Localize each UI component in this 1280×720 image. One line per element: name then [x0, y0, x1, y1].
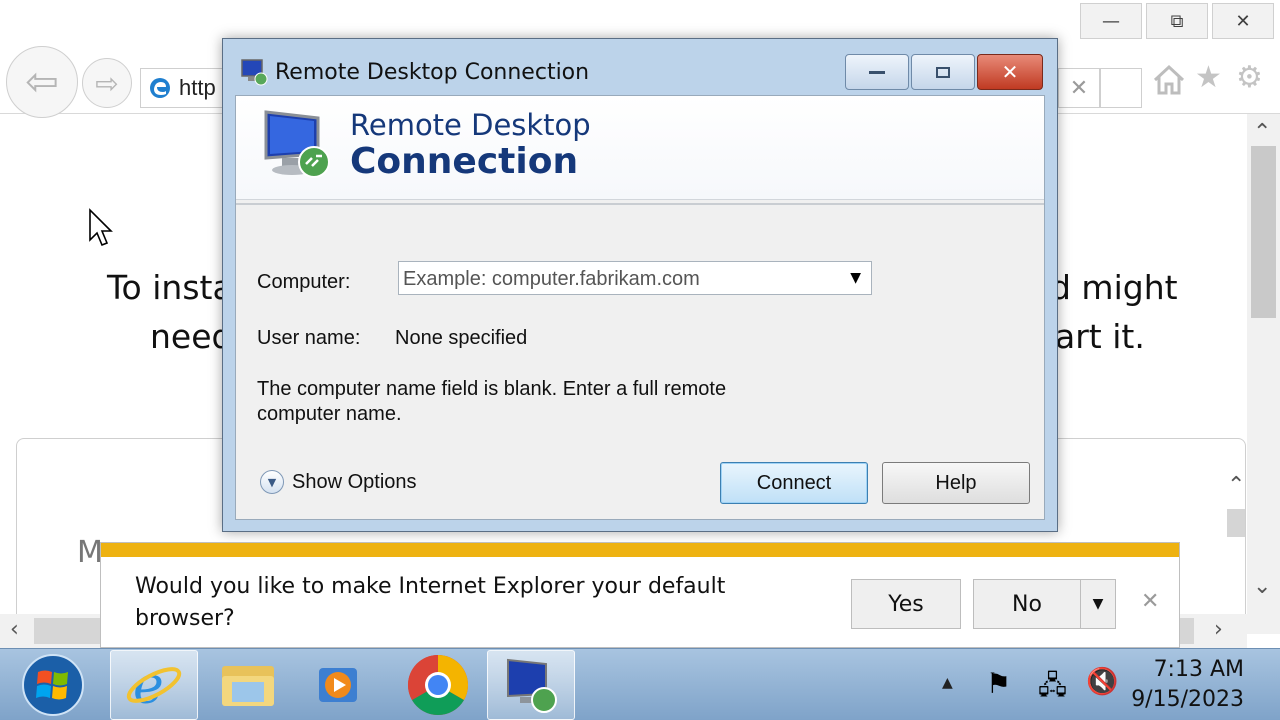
page-text-line2-left: need	[150, 317, 233, 356]
taskbar-media-player[interactable]	[294, 650, 382, 720]
no-dropdown-button[interactable]: ▼	[1080, 579, 1116, 629]
internet-explorer-icon: e	[126, 656, 182, 715]
username-label: User name:	[257, 327, 361, 349]
notification-close-icon[interactable]: ✕	[1141, 589, 1159, 614]
username-value: None specified	[395, 327, 528, 349]
scroll-up-icon[interactable]: ⌃	[1253, 120, 1271, 145]
dropdown-arrow-icon[interactable]: ▼	[850, 270, 861, 286]
media-player-icon	[319, 668, 357, 702]
tray-expand-icon[interactable]: ▲	[942, 675, 953, 691]
vertical-scroll-thumb[interactable]	[1251, 146, 1276, 318]
settings-gear-icon[interactable]: ⚙	[1236, 60, 1263, 95]
connect-button[interactable]: Connect	[720, 462, 868, 504]
banner-title-line1: Remote Desktop	[350, 108, 591, 142]
maximize-icon	[936, 66, 950, 78]
home-icon[interactable]	[1152, 64, 1186, 104]
taskbar-remote-desktop[interactable]	[487, 650, 575, 720]
scroll-left-icon[interactable]: ‹	[10, 617, 19, 642]
no-button[interactable]: No	[973, 579, 1081, 629]
favorites-star-icon[interactable]: ★	[1195, 60, 1222, 95]
clock-date: 9/15/2023	[1131, 687, 1244, 712]
back-arrow-icon: ⇦	[25, 59, 59, 105]
action-center-flag-icon[interactable]: ⚑	[986, 667, 1011, 700]
card-scroll-thumb[interactable]	[1227, 509, 1245, 537]
mouse-cursor-icon	[89, 208, 113, 247]
card-scroll-up-icon[interactable]: ⌃	[1227, 473, 1245, 498]
page-text-line1-left: To insta	[107, 268, 233, 307]
taskbar-internet-explorer[interactable]: e	[110, 650, 198, 720]
dialog-title: Remote Desktop Connection	[275, 60, 590, 85]
help-button[interactable]: Help	[882, 462, 1030, 504]
volume-muted-icon[interactable]: 🔇	[1086, 667, 1118, 697]
taskbar-file-explorer[interactable]	[204, 650, 292, 720]
windows-logo-icon	[22, 654, 84, 716]
card-letter: M	[77, 535, 103, 570]
chrome-icon	[407, 655, 469, 716]
show-options-chevron-icon[interactable]: ▼	[260, 470, 284, 494]
taskbar-chrome[interactable]	[394, 650, 482, 720]
dialog-maximize-button[interactable]	[911, 54, 975, 90]
clock-time: 7:13 AM	[1153, 657, 1244, 682]
scroll-down-icon[interactable]: ⌄	[1253, 574, 1271, 599]
taskbar-clock[interactable]: 7:13 AM 9/15/2023	[1131, 655, 1244, 715]
back-button[interactable]: ⇦	[6, 46, 78, 118]
scroll-right-icon[interactable]: ›	[1214, 617, 1223, 642]
browser-restore-button[interactable]: ⧉	[1146, 3, 1208, 39]
new-tab-button[interactable]	[1100, 68, 1142, 108]
browser-minimize-button[interactable]: —	[1080, 3, 1142, 39]
remote-desktop-taskbar-icon	[507, 658, 557, 713]
network-icon[interactable]: 🖧	[1038, 667, 1067, 711]
start-button[interactable]	[8, 650, 98, 720]
computer-combobox[interactable]: Example: computer.fabrikam.com ▼	[398, 261, 872, 295]
dialog-banner: Remote Desktop Connection	[236, 96, 1044, 200]
browser-close-button[interactable]: ✕	[1212, 3, 1274, 39]
dialog-close-button[interactable]: ✕	[977, 54, 1043, 90]
notification-stripe	[101, 543, 1179, 557]
page-text-line2-right: art it.	[1055, 317, 1145, 356]
vertical-scrollbar[interactable]: ⌃ ⌄	[1247, 114, 1280, 634]
show-options-link[interactable]: Show Options	[292, 471, 417, 494]
taskbar: e ▲ ⚑ 🖧 🔇 7:13 AM 9/15/2023	[0, 648, 1280, 720]
computer-placeholder: Example: computer.fabrikam.com	[403, 268, 700, 290]
rdp-title-icon	[241, 59, 268, 86]
notification-message: Would you like to make Internet Explorer…	[135, 574, 726, 631]
dialog-body: Remote Desktop Connection Computer: Exam…	[235, 95, 1045, 520]
forward-arrow-icon: ⇨	[95, 66, 119, 100]
close-icon: ✕	[1001, 60, 1019, 84]
folder-icon	[222, 666, 274, 706]
minimize-icon	[869, 70, 885, 74]
edge-site-icon	[150, 78, 170, 98]
forward-button[interactable]: ⇨	[82, 58, 132, 108]
banner-title-line2: Connection	[350, 141, 579, 182]
address-clear-button[interactable]: ✕	[1058, 68, 1100, 108]
computer-label: Computer:	[257, 271, 351, 293]
page-text-line1-right: d might	[1050, 268, 1178, 307]
default-browser-notification: Would you like to make Internet Explorer…	[100, 542, 1180, 648]
dropdown-arrow-icon: ▼	[1092, 596, 1104, 612]
banner-separator	[236, 203, 1044, 205]
yes-button[interactable]: Yes	[851, 579, 961, 629]
dialog-minimize-button[interactable]	[845, 54, 909, 90]
status-message: The computer name field is blank. Enter …	[257, 378, 727, 425]
remote-desktop-dialog: Remote Desktop Connection ✕ Remote Deskt…	[222, 38, 1058, 532]
address-text: http	[179, 75, 216, 100]
remote-desktop-monitor-icon	[264, 110, 330, 178]
